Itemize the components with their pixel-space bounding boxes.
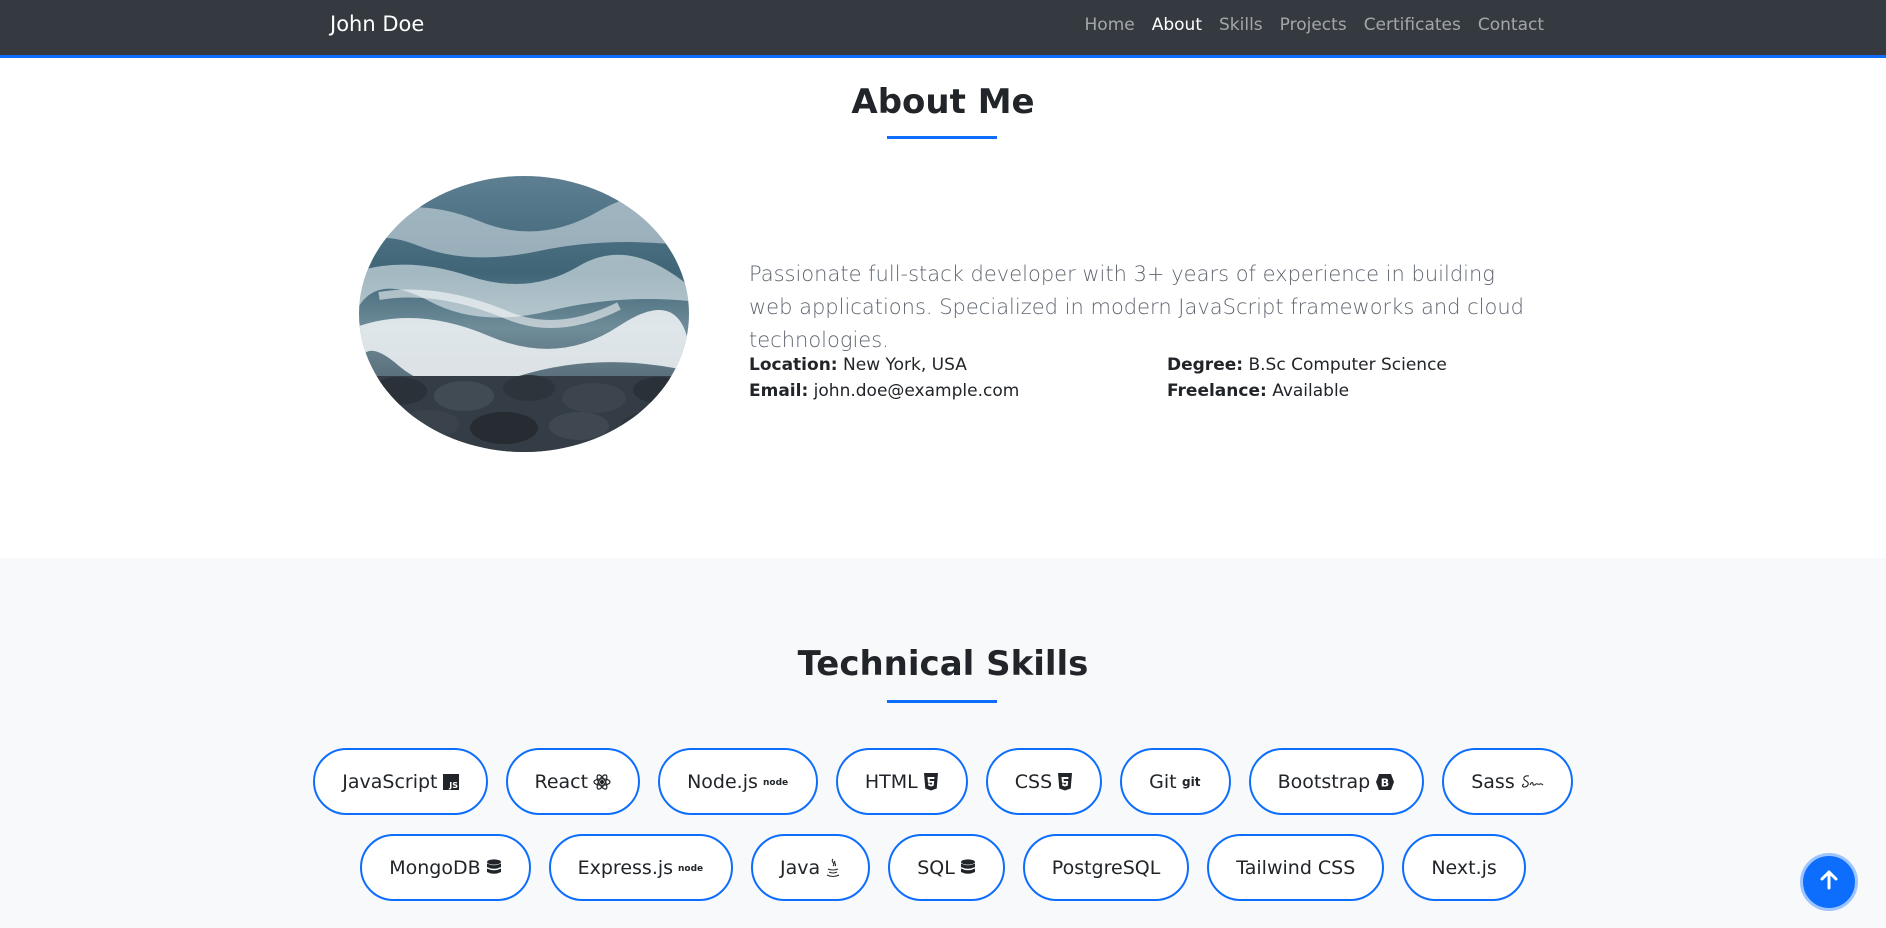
nav-link-about[interactable]: About [1152, 15, 1202, 35]
skill-tailwind-css[interactable]: Tailwind CSS [1207, 834, 1385, 901]
nav-link-home[interactable]: Home [1085, 15, 1135, 35]
js-icon: JS [442, 773, 459, 790]
skill-label: Bootstrap [1277, 770, 1371, 793]
git-icon: git [1182, 774, 1202, 790]
back-to-top-button[interactable] [1800, 853, 1858, 911]
skill-expressjs[interactable]: Express.js node [548, 834, 734, 901]
skill-java[interactable]: Java [751, 834, 871, 901]
java-icon [825, 858, 841, 878]
skill-html[interactable]: HTML [835, 748, 968, 815]
skill-sass[interactable]: Sass [1442, 748, 1573, 815]
skills-row-1: JavaScript JS React Node.js node HTML CS… [0, 748, 1886, 815]
skill-label: PostgreSQL [1051, 856, 1161, 879]
svg-text:node: node [678, 864, 703, 874]
location-info: Location: New York, USA [749, 352, 967, 378]
skill-nextjs[interactable]: Next.js [1402, 834, 1526, 901]
nav-link-contact[interactable]: Contact [1478, 15, 1544, 35]
about-title-underline [887, 136, 997, 139]
skill-javascript[interactable]: JavaScript JS [313, 748, 488, 815]
skill-bootstrap[interactable]: Bootstrap B [1248, 748, 1425, 815]
degree-info: Degree: B.Sc Computer Science [1167, 352, 1447, 378]
skill-label: CSS [1014, 770, 1053, 793]
skill-label: Git [1149, 770, 1177, 793]
skill-label: Tailwind CSS [1236, 856, 1356, 879]
brand-link[interactable]: John Doe [330, 12, 424, 36]
skill-label: Node.js [687, 770, 758, 793]
svg-text:git: git [1182, 775, 1201, 789]
email-info: Email: john.doe@example.com [749, 378, 1019, 404]
nav-link-certificates[interactable]: Certificates [1364, 15, 1461, 35]
skill-label: HTML [864, 770, 918, 793]
skill-label: Sass [1471, 770, 1515, 793]
database-icon [960, 858, 976, 877]
location-label: Location: [749, 355, 838, 375]
skill-mongodb[interactable]: MongoDB [360, 834, 531, 901]
svg-text:B: B [1381, 776, 1389, 789]
degree-label: Degree: [1167, 355, 1244, 375]
skills-row-2: MongoDB Express.js node Java SQL Postgre… [0, 834, 1886, 901]
svg-text:JS: JS [448, 781, 458, 790]
skill-label: React [534, 770, 589, 793]
freelance-label: Freelance: [1167, 381, 1267, 401]
svg-text:node: node [763, 778, 788, 788]
bio-text: Passionate full-stack developer with 3+ … [749, 262, 1525, 352]
skill-label: JavaScript [342, 770, 438, 793]
skills-section: Technical Skills JavaScript JS React Nod… [0, 558, 1886, 928]
skills-title-underline [887, 700, 997, 703]
about-title: About Me [851, 82, 1035, 122]
bootstrap-icon: B [1375, 773, 1395, 791]
email-label: Email: [749, 381, 809, 401]
node-icon: node [678, 861, 704, 875]
node-icon: node [763, 775, 789, 789]
database-icon [486, 858, 502, 877]
skills-title: Technical Skills [797, 644, 1089, 684]
skill-label: MongoDB [389, 856, 481, 879]
navbar: John Doe Home About Skills Projects Cert… [0, 0, 1886, 58]
location-value: New York, USA [843, 355, 967, 375]
email-value: john.doe@example.com [813, 381, 1020, 401]
skill-css[interactable]: CSS [985, 748, 1103, 815]
degree-value: B.Sc Computer Science [1248, 355, 1447, 375]
skill-nodejs[interactable]: Node.js node [658, 748, 818, 815]
skill-react[interactable]: React [505, 748, 641, 815]
react-icon [593, 773, 611, 791]
sass-icon [1520, 773, 1544, 791]
about-section: About Me Passionate full-stack developer… [0, 58, 1886, 558]
nav-link-skills[interactable]: Skills [1219, 15, 1263, 35]
nav-links: Home About Skills Projects Certificates … [1085, 15, 1544, 35]
arrow-up-icon [1818, 869, 1840, 895]
freelance-info: Freelance: Available [1167, 378, 1349, 404]
profile-image [359, 176, 689, 452]
nav-link-projects[interactable]: Projects [1280, 15, 1347, 35]
skill-label: Express.js [577, 856, 674, 879]
skill-postgresql[interactable]: PostgreSQL [1022, 834, 1190, 901]
skill-label: Next.js [1431, 856, 1497, 879]
css3-icon [1057, 772, 1073, 791]
html5-icon [923, 772, 939, 791]
skill-git[interactable]: Git git [1120, 748, 1231, 815]
skill-label: Java [780, 856, 821, 879]
freelance-value: Available [1272, 381, 1350, 401]
skill-sql[interactable]: SQL [888, 834, 1005, 901]
skill-label: SQL [917, 856, 955, 879]
